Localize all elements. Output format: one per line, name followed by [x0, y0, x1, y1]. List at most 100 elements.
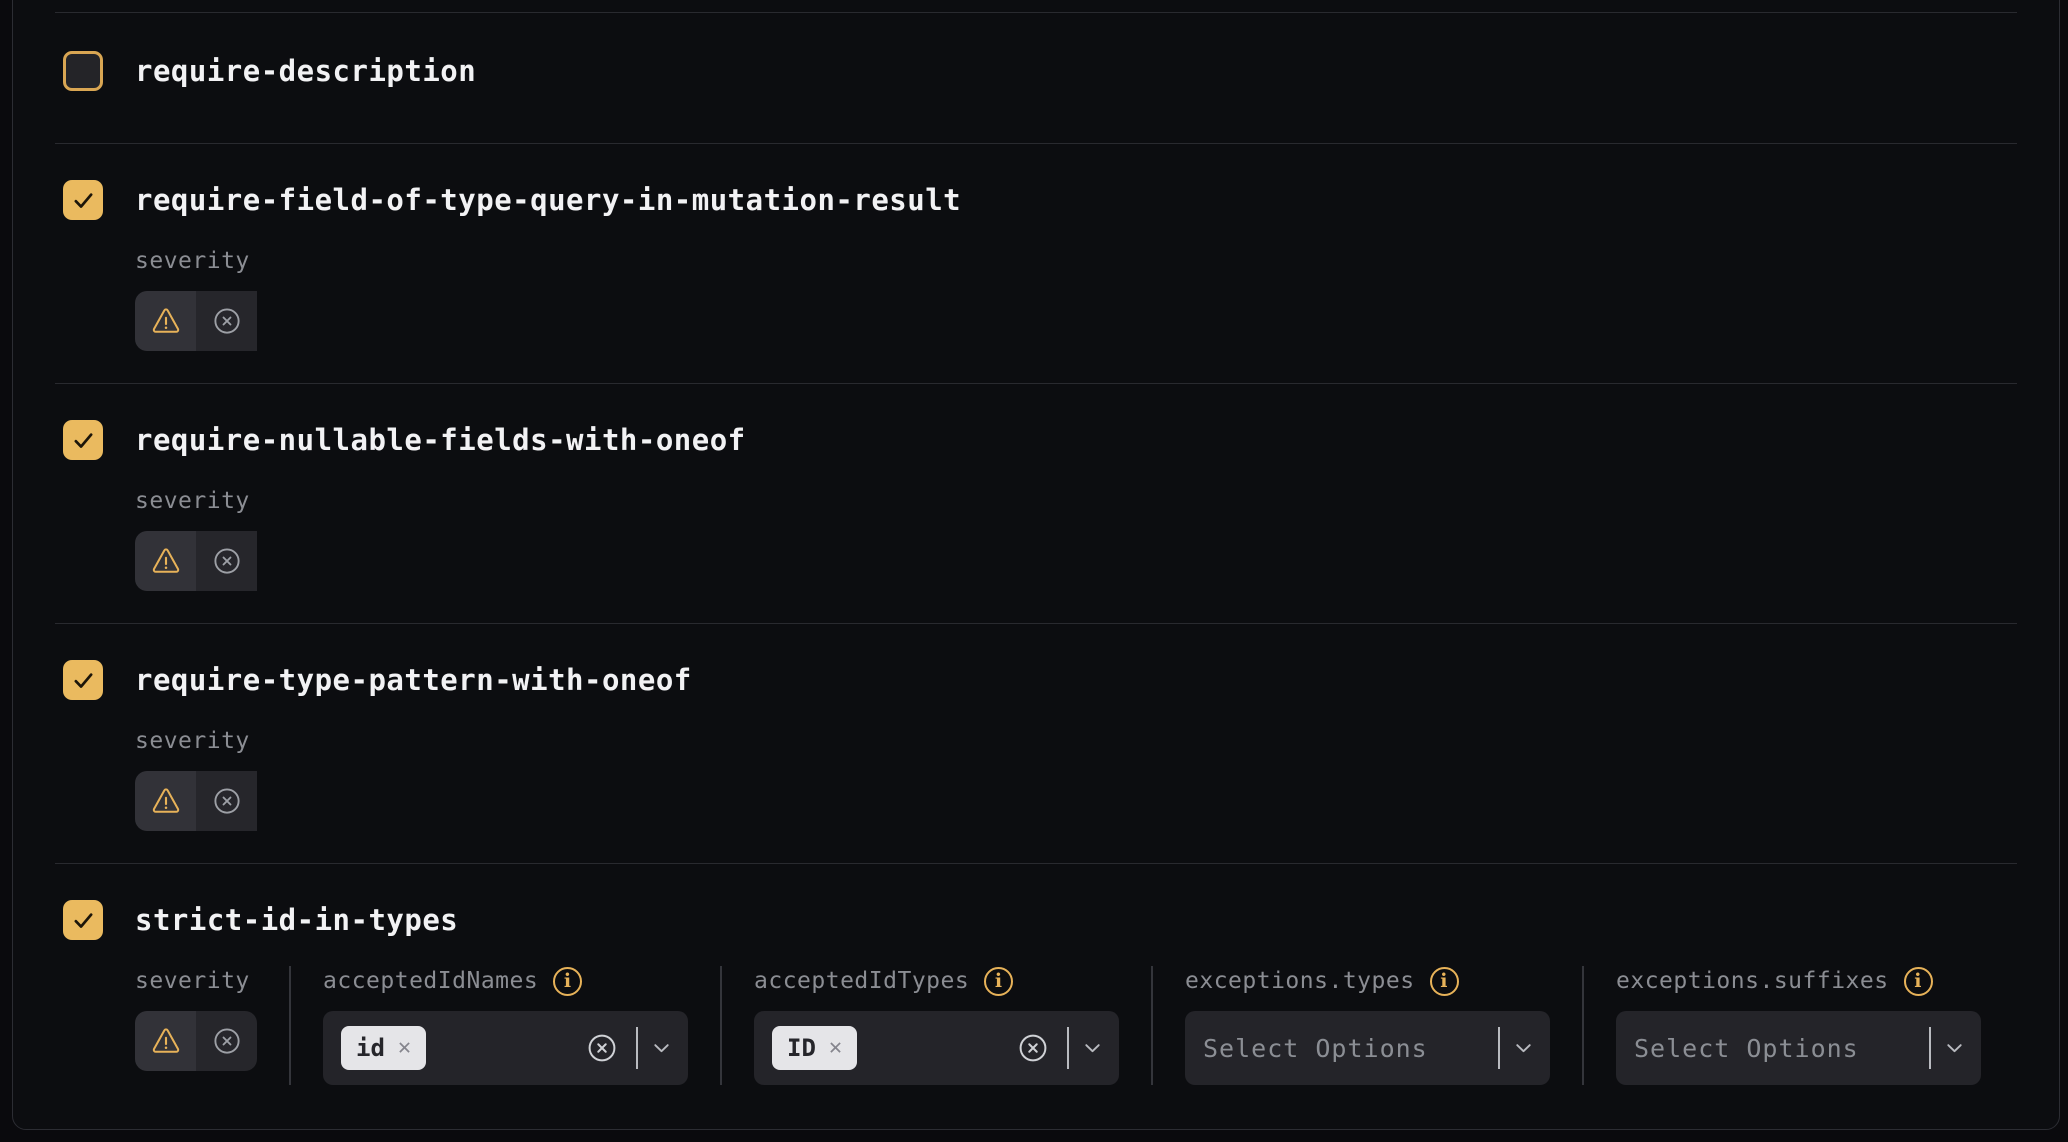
rule-checkbox[interactable]: [63, 420, 103, 460]
rule-name: strict-id-in-types: [135, 903, 458, 937]
info-icon[interactable]: i: [1430, 967, 1459, 996]
severity-field: severity: [135, 486, 2017, 591]
tag-chip[interactable]: ID ✕: [772, 1026, 857, 1070]
severity-control[interactable]: [135, 531, 2017, 591]
severity-off-button[interactable]: [196, 291, 257, 351]
circle-x-icon: [586, 1032, 618, 1064]
multiselect-control[interactable]: id ✕: [323, 1011, 688, 1085]
chevron-down-icon[interactable]: [1513, 1041, 1534, 1055]
circle-x-icon: [1017, 1032, 1049, 1064]
multiselect-control[interactable]: Select Options: [1616, 1011, 1981, 1085]
divider-bar: [1498, 1027, 1500, 1069]
warning-triangle-icon: [151, 547, 181, 575]
x-icon[interactable]: ✕: [398, 1037, 411, 1059]
severity-off-button[interactable]: [196, 771, 257, 831]
field-label-text: exceptions.suffixes: [1616, 968, 1889, 994]
rule-checkbox[interactable]: [63, 51, 103, 91]
severity-control[interactable]: [135, 771, 2017, 831]
rule-options-row: severity acceptedIdNames i id ✕ acceptedIdT…: [135, 966, 2017, 1085]
info-icon[interactable]: i: [1904, 967, 1933, 996]
chevron-down-icon[interactable]: [1944, 1041, 1965, 1055]
rule-checkbox[interactable]: [63, 660, 103, 700]
severity-field: severity: [135, 966, 257, 1071]
severity-block: severity: [135, 246, 2017, 351]
column-divider: [720, 966, 722, 1085]
field-label-text: acceptedIdNames: [323, 968, 538, 994]
clear-button[interactable]: [1017, 1032, 1049, 1064]
rule-checkbox[interactable]: [63, 180, 103, 220]
severity-block: severity: [135, 726, 2017, 831]
severity-block: severity: [135, 486, 2017, 591]
checkmark-icon: [70, 907, 97, 934]
info-icon[interactable]: i: [984, 967, 1013, 996]
option-field: exceptions.suffixes i Select Options: [1616, 966, 1981, 1085]
rule-section: strict-id-in-types severity acceptedIdNam…: [55, 863, 2017, 1085]
divider-bar: [1929, 1027, 1931, 1069]
column-divider: [1582, 966, 1584, 1085]
severity-warn-button[interactable]: [135, 1011, 196, 1071]
multiselect-placeholder: Select Options: [1634, 1034, 1859, 1063]
multiselect-placeholder: Select Options: [1203, 1034, 1428, 1063]
severity-warn-button[interactable]: [135, 771, 196, 831]
field-label-text: severity: [135, 488, 250, 514]
field-label-text: severity: [135, 728, 250, 754]
field-label: severity: [135, 726, 2017, 756]
option-field: exceptions.types i Select Options: [1185, 966, 1550, 1085]
column-divider: [1151, 966, 1153, 1085]
field-label-text: exceptions.types: [1185, 968, 1415, 994]
severity-warn-button[interactable]: [135, 531, 196, 591]
chevron-down-icon[interactable]: [651, 1041, 672, 1055]
column-divider: [289, 966, 291, 1085]
rule-checkbox[interactable]: [63, 900, 103, 940]
severity-field: severity: [135, 246, 2017, 351]
clear-button[interactable]: [586, 1032, 618, 1064]
field-label: severity: [135, 486, 2017, 516]
rule-name: require-description: [135, 54, 476, 88]
tag-chip-label: ID: [787, 1034, 816, 1062]
severity-off-button[interactable]: [196, 531, 257, 591]
severity-control[interactable]: [135, 1011, 257, 1071]
severity-field: severity: [135, 726, 2017, 831]
multiselect-control[interactable]: ID ✕: [754, 1011, 1119, 1085]
field-label: acceptedIdTypes i: [754, 966, 1119, 996]
rule-title-row: require-description: [55, 51, 2017, 91]
chevron-down-icon[interactable]: [1082, 1041, 1103, 1055]
severity-off-button[interactable]: [196, 1011, 257, 1071]
rule-title-row: strict-id-in-types: [55, 900, 2017, 940]
field-label-text: acceptedIdTypes: [754, 968, 969, 994]
rule-name: require-nullable-fields-with-oneof: [135, 423, 746, 457]
rule-name: require-field-of-type-query-in-mutation-…: [135, 183, 961, 217]
option-field: acceptedIdNames i id ✕: [323, 966, 688, 1085]
circle-x-icon: [212, 306, 242, 336]
checkmark-icon: [70, 187, 97, 214]
severity-warn-button[interactable]: [135, 291, 196, 351]
rule-section: require-type-pattern-with-oneof severity: [55, 623, 2017, 863]
circle-x-icon: [212, 786, 242, 816]
divider-bar: [1067, 1027, 1069, 1069]
x-icon[interactable]: ✕: [829, 1037, 842, 1059]
rule-section: require-nullable-fields-with-oneof severi…: [55, 383, 2017, 623]
rule-section: require-description: [55, 12, 2017, 143]
rules-list: require-description require-field-of-typ…: [55, 12, 2017, 1085]
tag-chip-label: id: [356, 1034, 385, 1062]
checkmark-icon: [70, 667, 97, 694]
multiselect-control[interactable]: Select Options: [1185, 1011, 1550, 1085]
field-label-text: severity: [135, 248, 250, 274]
rules-panel: require-description require-field-of-typ…: [12, 0, 2060, 1130]
tag-chip[interactable]: id ✕: [341, 1026, 426, 1070]
field-label-text: severity: [135, 968, 250, 994]
rule-title-row: require-field-of-type-query-in-mutation-…: [55, 180, 2017, 220]
field-label: severity: [135, 966, 257, 996]
warning-triangle-icon: [151, 787, 181, 815]
rule-title-row: require-nullable-fields-with-oneof: [55, 420, 2017, 460]
warning-triangle-icon: [151, 307, 181, 335]
rule-name: require-type-pattern-with-oneof: [135, 663, 692, 697]
field-label: exceptions.types i: [1185, 966, 1550, 996]
divider-bar: [636, 1027, 638, 1069]
severity-control[interactable]: [135, 291, 2017, 351]
circle-x-icon: [212, 1026, 242, 1056]
rule-title-row: require-type-pattern-with-oneof: [55, 660, 2017, 700]
info-icon[interactable]: i: [553, 967, 582, 996]
rule-section: require-field-of-type-query-in-mutation-…: [55, 143, 2017, 383]
field-label: severity: [135, 246, 2017, 276]
